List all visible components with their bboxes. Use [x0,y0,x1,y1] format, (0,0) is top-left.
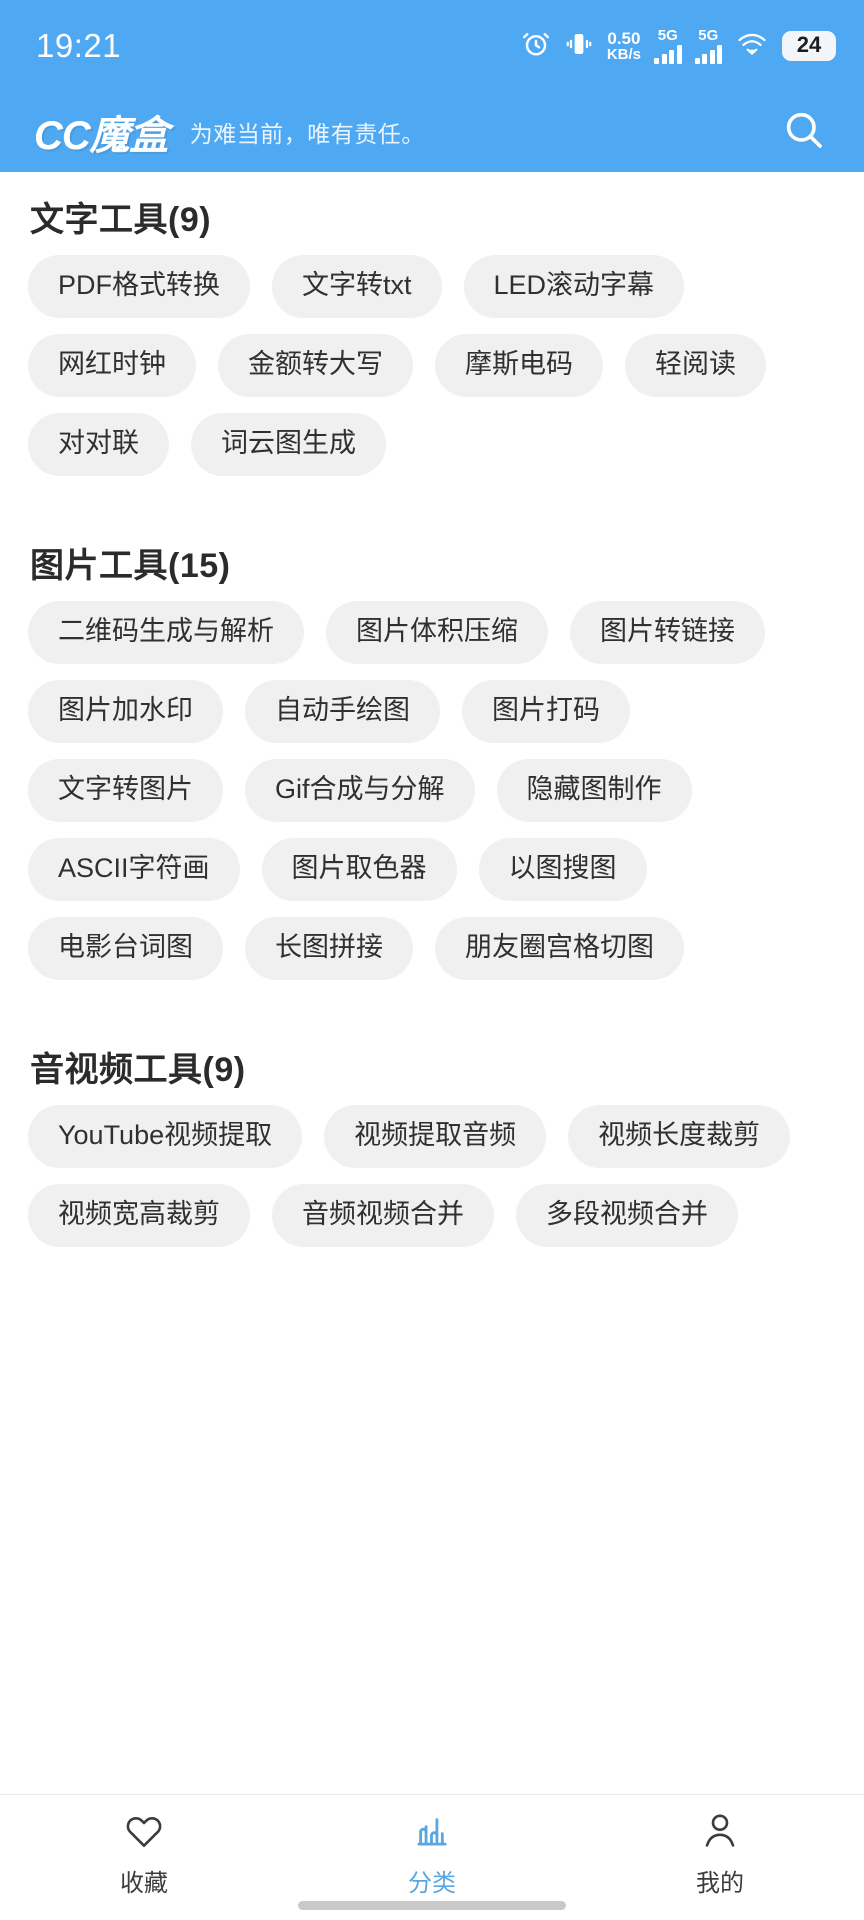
tool-chip[interactable]: 金额转大写 [218,334,413,397]
wifi-icon [735,31,769,62]
tool-chip[interactable]: 视频提取音频 [324,1105,547,1168]
app-header: CC魔盒 为难当前，唯有责任。 [0,92,864,172]
tool-chip[interactable]: 视频长度裁剪 [568,1105,791,1168]
status-bar: 19:21 0.50 KB/s 5G 5G 24 [0,0,864,92]
tool-chip[interactable]: 图片体积压缩 [326,601,548,664]
network-speed: 0.50 KB/s [606,28,641,64]
app-root: 19:21 0.50 KB/s 5G 5G 24 CC魔盒 为难当前，唯有责任。… [0,0,864,1920]
tool-chip[interactable]: 图片取色器 [261,838,457,901]
tool-chip[interactable]: 图片转链接 [570,601,765,664]
tool-chip[interactable]: Gif合成与分解 [245,759,475,822]
signal-icon-sim1: 5G [654,28,682,64]
tool-chip[interactable]: 网红时钟 [28,334,196,397]
tool-chip[interactable]: 音频视频合并 [272,1184,494,1247]
search-icon [781,107,827,158]
bottom-navigation: 收藏 分类 我的 [0,1794,864,1920]
tab-categories-label: 分类 [408,1870,456,1897]
battery-icon: 24 [782,31,836,61]
tool-chip[interactable]: 长图拼接 [245,917,413,980]
tool-chip[interactable]: 视频宽高裁剪 [28,1184,250,1247]
tool-section: 文字工具(9) PDF格式转换 文字转txt LED滚动字幕网红时钟 金额转大写 摩斯电码… [0,172,864,476]
status-indicators: 0.50 KB/s 5G 5G 24 [521,28,836,64]
alarm-icon [521,29,551,64]
signal-bars-sim1 [654,45,682,64]
section-title: 图片工具(15) [30,547,231,585]
tool-chip-list: YouTube视频提取 视频提取音频 视频长度裁剪视频宽高裁剪 音频视频合并 多段视频合… [22,1105,842,1247]
tool-chip[interactable]: YouTube视频提取 [28,1105,303,1168]
tool-chip[interactable]: 二维码生成与解析 [28,601,304,664]
tool-chip-list: 二维码生成与解析 图片体积压缩 图片转链接图片加水印 自动手绘图 图片打码文字转图片 Gi… [22,601,842,980]
tool-chip[interactable]: 图片加水印 [28,680,223,743]
tool-chip-list: PDF格式转换 文字转txt LED滚动字幕网红时钟 金额转大写 摩斯电码 轻阅读对对联词… [22,255,842,476]
tool-chip[interactable]: LED滚动字幕 [463,255,685,318]
tool-chip[interactable]: 以图搜图 [478,838,647,901]
search-button[interactable] [774,102,834,162]
tool-chip[interactable]: 电影台词图 [28,917,223,980]
sim2-network-label: 5G [698,27,719,44]
tool-chip[interactable]: ASCII字符画 [28,838,240,901]
tab-profile-label: 我的 [696,1870,744,1897]
sim1-network-label: 5G [657,27,678,44]
home-indicator [298,1901,566,1910]
status-clock: 19:21 [36,27,122,64]
tool-chip[interactable]: PDF格式转换 [28,255,250,318]
tool-chip[interactable]: 词云图生成 [191,413,386,476]
tab-categories[interactable]: 分类 [288,1809,576,1898]
network-speed-value: 0.50 [607,28,641,48]
heart-icon [123,1809,165,1853]
tool-chip[interactable]: 隐藏图制作 [496,759,692,822]
tool-chip[interactable]: 对对联 [28,413,169,476]
tool-chip[interactable]: 轻阅读 [625,334,766,397]
tab-profile[interactable]: 我的 [576,1809,864,1898]
network-speed-unit: KB/s [606,46,641,64]
tab-favorites[interactable]: 收藏 [0,1809,288,1898]
bar-chart-icon [411,1809,453,1853]
tab-favorites-label: 收藏 [120,1870,168,1897]
section-title: 文字工具(9) [30,201,212,239]
tool-sections: 文字工具(9) PDF格式转换 文字转txt LED滚动字幕网红时钟 金额转大写 摩斯电码… [0,172,864,1794]
tool-chip[interactable]: 自动手绘图 [245,680,440,743]
tool-chip[interactable]: 朋友圈宫格切图 [435,917,684,980]
vibrate-icon [564,29,594,64]
signal-bars-sim2 [694,45,722,64]
tool-chip[interactable]: 摩斯电码 [435,334,603,397]
tool-chip[interactable]: 文字转图片 [28,759,223,822]
app-slogan: 为难当前，唯有责任。 [189,121,425,147]
signal-icon-sim2: 5G [694,27,722,64]
person-icon [699,1809,741,1853]
section-title: 音视频工具(9) [30,1051,246,1089]
tool-chip[interactable]: 文字转txt [272,255,442,318]
app-logo: CC魔盒 [34,114,169,158]
tool-section: 音视频工具(9) YouTube视频提取 视频提取音频 视频长度裁剪视频宽高裁剪 音频视… [0,1016,864,1247]
tool-chip[interactable]: 多段视频合并 [516,1184,738,1247]
tool-chip[interactable]: 图片打码 [462,680,630,743]
tool-section: 图片工具(15) 二维码生成与解析 图片体积压缩 图片转链接图片加水印 自动手绘图 图片打… [0,512,864,980]
